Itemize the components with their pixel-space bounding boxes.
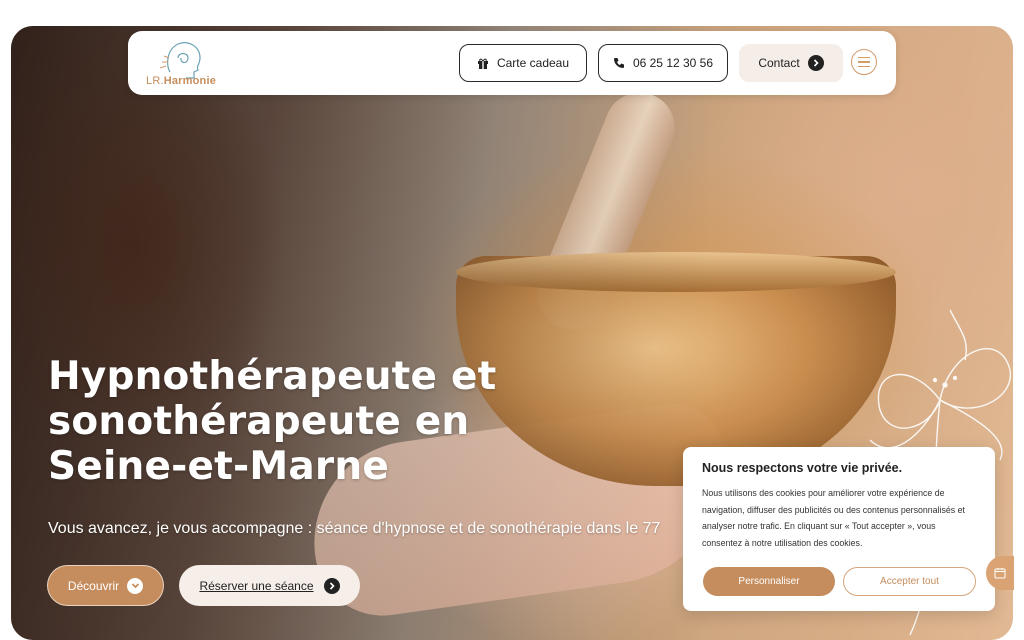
- chevron-down-circle-icon: [127, 577, 144, 594]
- booking-calendar-tab[interactable]: [986, 556, 1014, 590]
- cookie-accept-all-button[interactable]: Accepter tout: [843, 567, 976, 596]
- phone-button[interactable]: 06 25 12 30 56: [598, 44, 728, 82]
- reserve-session-label: Réserver une séance: [199, 578, 314, 593]
- gift-icon: [477, 58, 488, 69]
- arrow-right-circle-icon: [807, 55, 824, 71]
- hero-subtitle: Vous avancez, je vous accompagne : séanc…: [48, 520, 661, 537]
- calendar-icon: [994, 568, 1006, 579]
- discover-button[interactable]: Découvrir: [47, 565, 164, 606]
- cookie-title: Nous respectons votre vie privée.: [702, 461, 903, 475]
- hero-title: Hypnothérapeute et sonothérapeute en Sei…: [48, 354, 497, 489]
- phone-label: 06 25 12 30 56: [632, 56, 714, 70]
- logo-prefix: LR.: [146, 75, 164, 87]
- logo-name: Harmonie: [163, 75, 217, 87]
- arrow-right-circle-icon: [323, 577, 340, 594]
- contact-button[interactable]: Contact: [739, 44, 843, 82]
- hamburger-menu-button[interactable]: [851, 49, 877, 75]
- gift-card-button[interactable]: Carte cadeau: [459, 44, 587, 82]
- hamburger-line: [858, 56, 870, 59]
- cookie-customize-button[interactable]: Personnaliser: [703, 567, 835, 596]
- hamburger-line: [858, 61, 870, 63]
- cookie-text: Nous utilisons des cookies pour améliore…: [702, 488, 965, 548]
- phone-icon: [613, 58, 624, 68]
- contact-label: Contact: [758, 56, 800, 70]
- logo-wordmark[interactable]: LR.Harmonie: [146, 75, 216, 87]
- hamburger-line: [858, 65, 870, 68]
- discover-label: Découvrir: [67, 578, 120, 593]
- gift-card-label: Carte cadeau: [496, 56, 570, 70]
- reserve-session-button[interactable]: Réserver une séance: [179, 565, 360, 606]
